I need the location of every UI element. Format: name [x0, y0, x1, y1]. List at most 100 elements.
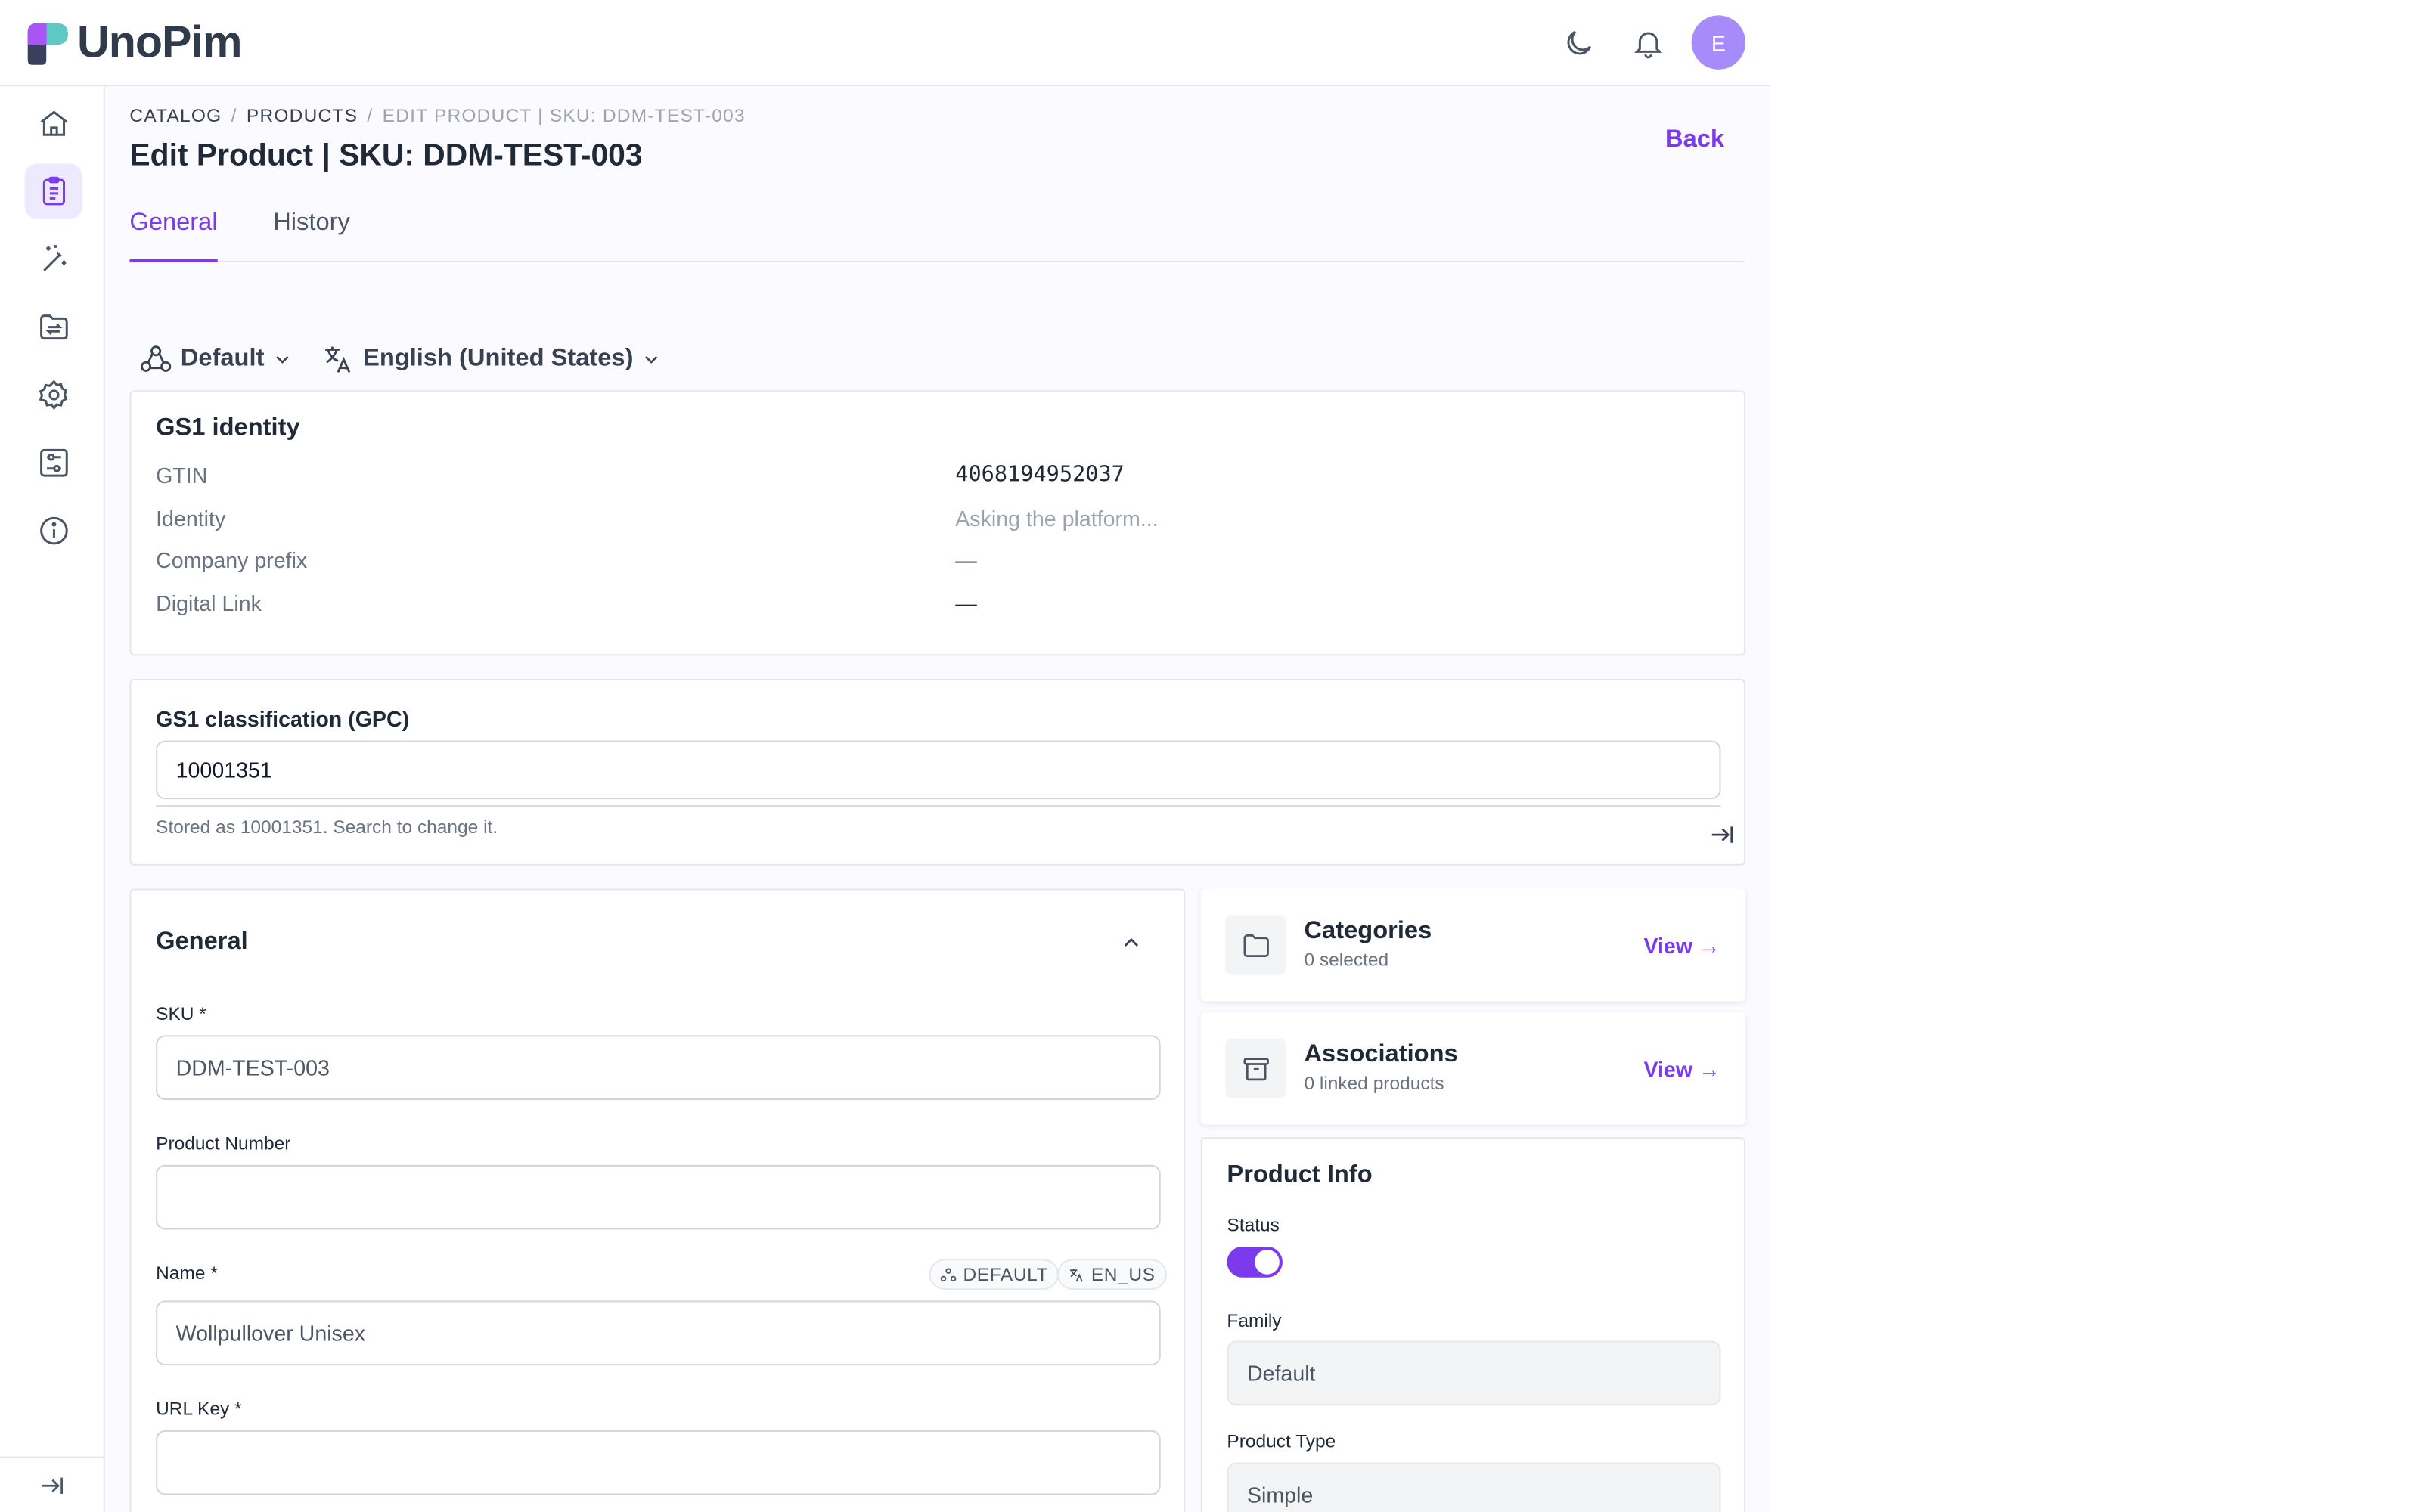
- associations-count: 0 linked products: [1304, 1072, 1444, 1094]
- sidebar: [0, 86, 105, 1512]
- page-title: Edit Product | SKU: DDM-TEST-003: [129, 138, 643, 173]
- top-header: UnoPim E: [0, 0, 1770, 87]
- main-content: CATALOG / PRODUCTS / EDIT PRODUCT | SKU:…: [104, 86, 1770, 1512]
- sliders-icon: [39, 448, 67, 477]
- general-section-title: General: [156, 928, 248, 956]
- locale-value: English (United States): [363, 345, 634, 372]
- sku-label: SKU *: [156, 1002, 206, 1025]
- product-number-label: Product Number: [156, 1132, 291, 1154]
- logo[interactable]: UnoPim: [25, 17, 243, 67]
- status-label: Status: [1227, 1214, 1280, 1236]
- gs1-classification-title: GS1 classification (GPC): [156, 706, 410, 732]
- product-number-input[interactable]: [156, 1164, 1161, 1230]
- identity-value: Asking the platform...: [955, 506, 1159, 531]
- logo-mark-icon: [25, 20, 71, 67]
- general-attributes-card: General SKU * DDM-TEST-003 Product Numbe…: [129, 888, 1186, 1512]
- toggle-knob: [1255, 1250, 1280, 1275]
- product-type-label: Product Type: [1227, 1430, 1336, 1452]
- channel-icon: [141, 345, 172, 372]
- gs1-classification-card: GS1 classification (GPC) 10001351 Stored…: [129, 678, 1746, 866]
- url-key-input[interactable]: [156, 1430, 1161, 1495]
- channel-icon: [940, 1267, 957, 1281]
- url-key-label: URL Key *: [156, 1397, 242, 1420]
- breadcrumb-current: EDIT PRODUCT | SKU: DDM-TEST-003: [382, 104, 746, 127]
- identity-label: Identity: [156, 506, 226, 531]
- home-icon: [39, 110, 67, 136]
- blank-area: [1770, 0, 2420, 1512]
- sidebar-item-settings[interactable]: [25, 367, 82, 423]
- app-root: UnoPim E CATALOG / PRODUCTS / EDIT PRODU…: [0, 0, 2420, 1512]
- moon-icon[interactable]: [1557, 22, 1600, 65]
- gear-icon: [38, 380, 67, 411]
- breadcrumb: CATALOG / PRODUCTS / EDIT PRODUCT | SKU:…: [129, 105, 745, 127]
- breadcrumb-separator: /: [231, 104, 237, 127]
- family-select[interactable]: Default: [1227, 1340, 1721, 1406]
- chevron-down-icon: [276, 356, 290, 364]
- channel-value: Default: [180, 345, 265, 372]
- translate-icon: [325, 346, 351, 373]
- chevron-down-icon: [645, 356, 659, 364]
- magic-wand-icon: [42, 245, 66, 271]
- gtin-label: GTIN: [156, 463, 208, 488]
- tab-general[interactable]: General: [129, 210, 218, 262]
- tab-bar: General History: [129, 203, 1746, 262]
- status-toggle[interactable]: [1227, 1246, 1283, 1278]
- breadcrumb-separator: /: [367, 104, 374, 127]
- associations-title: Associations: [1304, 1041, 1458, 1068]
- gpc-helper-text: Stored as 10001351. Search to change it.: [156, 816, 498, 838]
- user-avatar[interactable]: E: [1691, 15, 1746, 70]
- tab-history[interactable]: History: [273, 210, 350, 262]
- sidebar-item-magic[interactable]: [25, 231, 82, 287]
- gs1-identity-title: GS1 identity: [156, 414, 300, 442]
- folder-icon: [1225, 915, 1286, 975]
- app-name: UnoPim: [77, 17, 242, 67]
- sidebar-item-dashboard[interactable]: [25, 96, 82, 151]
- sidebar-item-data-transfer[interactable]: [25, 299, 82, 355]
- folder-transfer-icon: [39, 314, 67, 340]
- clipboard-list-icon: [42, 176, 64, 206]
- locale-chip: EN_US: [1056, 1259, 1166, 1290]
- digital-link-value: —: [955, 590, 977, 616]
- name-label: Name *: [156, 1262, 218, 1284]
- categories-title: Categories: [1304, 918, 1432, 944]
- breadcrumb-products[interactable]: PRODUCTS: [247, 105, 358, 127]
- channel-chip-label: DEFAULT: [963, 1263, 1049, 1285]
- archive-box-icon: [1225, 1038, 1286, 1099]
- name-input[interactable]: Wollpullover Unisex: [156, 1300, 1161, 1366]
- breadcrumb-catalog[interactable]: CATALOG: [129, 105, 222, 127]
- gpc-search-input[interactable]: 10001351: [156, 740, 1721, 800]
- gs1-identity-card: GS1 identity GTIN 4068194952037 Identity…: [129, 390, 1746, 656]
- expand-panel-icon[interactable]: [1708, 821, 1736, 857]
- family-label: Family: [1227, 1309, 1282, 1332]
- company-prefix-label: Company prefix: [156, 547, 308, 573]
- categories-card: Categories 0 selected View →: [1200, 888, 1746, 1002]
- chevron-up-icon[interactable]: [1119, 931, 1144, 963]
- sidebar-item-about[interactable]: [25, 503, 82, 558]
- back-button[interactable]: Back: [1665, 126, 1724, 154]
- sku-input[interactable]: DDM-TEST-003: [156, 1035, 1161, 1101]
- associations-view-link[interactable]: View →: [1643, 1057, 1720, 1082]
- channel-selector[interactable]: Default: [139, 342, 294, 376]
- company-prefix-value: —: [955, 547, 977, 573]
- info-icon: [39, 516, 67, 545]
- product-type-field: Simple: [1227, 1462, 1721, 1512]
- bell-icon[interactable]: [1627, 22, 1670, 65]
- scope-selectors: Default English (United States): [139, 339, 690, 380]
- gtin-value: 4068194952037: [955, 463, 1125, 488]
- categories-view-link[interactable]: View →: [1643, 934, 1720, 959]
- ui-canvas: UnoPim E CATALOG / PRODUCTS / EDIT PRODU…: [0, 0, 2420, 1512]
- digital-link-label: Digital Link: [156, 590, 262, 616]
- divider: [156, 805, 1721, 807]
- sidebar-collapse-button[interactable]: [0, 1456, 105, 1512]
- product-info-title: Product Info: [1227, 1161, 1373, 1188]
- translate-icon: [1070, 1268, 1083, 1281]
- sidebar-item-configuration[interactable]: [25, 435, 82, 491]
- associations-card: Associations 0 linked products View →: [1200, 1012, 1746, 1125]
- sidebar-item-catalog[interactable]: [24, 163, 82, 219]
- collapse-arrow-icon: [42, 1476, 64, 1493]
- categories-count: 0 selected: [1304, 949, 1389, 971]
- locale-chip-label: EN_US: [1091, 1263, 1156, 1285]
- channel-chip: DEFAULT: [929, 1259, 1060, 1290]
- locale-selector[interactable]: English (United States): [321, 342, 662, 376]
- product-info-card: Product Info Status Family Default Produ…: [1200, 1137, 1746, 1512]
